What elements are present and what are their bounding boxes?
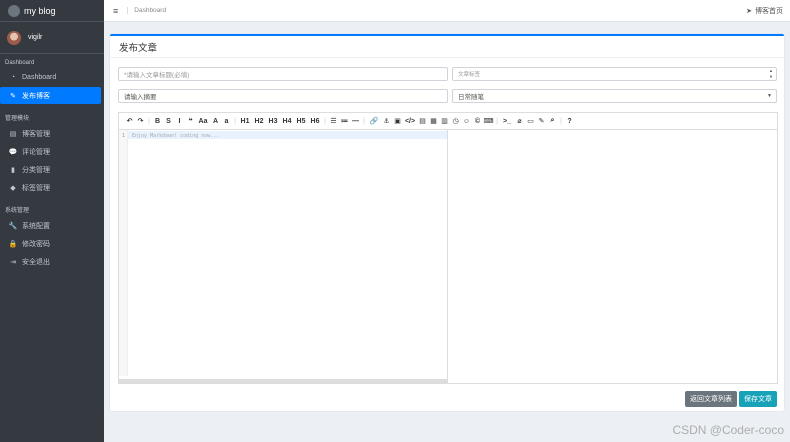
toolbar-button[interactable]: ↷: [135, 115, 146, 127]
toolbar-button[interactable]: H1: [238, 115, 252, 127]
toolbar-button[interactable]: ⚓: [381, 115, 392, 127]
sidebar-item-publish-blog[interactable]: ✎ 发布博客: [0, 87, 101, 104]
user-panel[interactable]: vigilr: [0, 22, 104, 54]
toolbar-button[interactable]: —: [350, 115, 361, 127]
lock-icon: 🔒: [8, 240, 18, 248]
sidebar: my blog vigilr Dashboard ◔ Dashboard ✎ 发…: [0, 0, 104, 442]
tag-icon: ◆: [10, 184, 16, 192]
toolbar-button[interactable]: ?: [564, 115, 575, 127]
menu-toggle-icon[interactable]: ≡: [113, 6, 118, 16]
toolbar-button[interactable]: ⌕: [547, 115, 558, 127]
sidebar-item-label: 标签管理: [22, 184, 50, 192]
toolbar-button[interactable]: ▤: [417, 115, 428, 127]
summary-input[interactable]: 请输入摘要: [118, 89, 448, 103]
toolbar-button[interactable]: 🔗: [367, 115, 381, 127]
editor-code-pane[interactable]: 1 Enjoy Markdown! coding now...: [119, 130, 448, 384]
dashboard-icon: ◔: [10, 74, 16, 81]
toolbar-button[interactable]: H2: [252, 115, 266, 127]
toolbar-button[interactable]: ✎: [536, 115, 547, 127]
toolbar-button[interactable]: H6: [308, 115, 322, 127]
toolbar-button[interactable]: ⌀: [514, 115, 525, 127]
sidebar-item-logout[interactable]: ⇥ 安全退出: [0, 253, 104, 270]
sidebar-item-change-password[interactable]: 🔒 修改密码: [0, 235, 104, 252]
tag-spinner-icon[interactable]: ▲ ▼: [769, 68, 773, 80]
breadcrumb[interactable]: Dashboard: [127, 7, 166, 14]
toolbar-button[interactable]: H4: [280, 115, 294, 127]
chevron-down-icon: ▼: [767, 93, 772, 99]
toolbar-button[interactable]: S: [163, 115, 174, 127]
sidebar-item-dashboard[interactable]: ◔ Dashboard: [0, 69, 104, 86]
sidebar-item-label: 安全退出: [22, 258, 50, 266]
category-select[interactable]: 日常随笔 ▼: [452, 89, 777, 103]
edit-icon: ✎: [10, 92, 16, 100]
toolbar-button[interactable]: ☺: [461, 115, 472, 127]
toolbar-button[interactable]: ▥: [439, 115, 450, 127]
toolbar-button[interactable]: H3: [266, 115, 280, 127]
sidebar-item-system-config[interactable]: 🔧 系统配置: [0, 217, 104, 234]
line-gutter: [119, 130, 128, 376]
line-number: 1: [122, 133, 126, 139]
section-heading-dashboard: Dashboard: [5, 60, 35, 66]
sidebar-item-label: 博客管理: [22, 130, 50, 138]
section-heading-manage: 管理模块: [5, 116, 30, 122]
save-article-button[interactable]: 保存文章: [739, 391, 777, 407]
toolbar-button[interactable]: ▣: [392, 115, 403, 127]
bookmark-icon: ▮: [11, 166, 15, 174]
title-input[interactable]: *请输入文章标题(必填): [118, 67, 448, 81]
toolbar-button[interactable]: ☰: [328, 115, 339, 127]
toolbar-button[interactable]: </>: [403, 115, 417, 127]
logout-icon: ⇥: [10, 258, 16, 266]
wrench-icon: 🔧: [8, 222, 18, 230]
publish-article-card: 发布文章 *请输入文章标题(必填) 文章标签 ▲ ▼ 请输入摘要 日常随笔 ▼ ↶…: [110, 34, 784, 411]
section-heading-system: 系统管理: [5, 208, 30, 214]
toolbar-button[interactable]: a: [221, 115, 232, 127]
brand-title: my blog: [24, 5, 56, 16]
category-value: 日常随笔: [458, 94, 484, 101]
avatar: [7, 30, 21, 45]
user-name: vigilr: [28, 34, 43, 41]
toolbar-button[interactable]: ▦: [428, 115, 439, 127]
toolbar-button[interactable]: ©: [472, 115, 483, 127]
sidebar-item-label: Dashboard: [22, 74, 57, 81]
markdown-editor: ↶ ↷ | B S I ❝ Aa Aa | H1 H2 H3 H4 H5 H6 | ☰ ≔ — | 🔗 ⚓ ▣ </> ▤ ▦ ▥ ◷ ☺…: [118, 112, 778, 384]
toolbar-button[interactable]: ▭: [525, 115, 536, 127]
sidebar-item-label: 评论管理: [22, 148, 50, 156]
send-icon: ➤: [746, 7, 752, 15]
horizontal-scrollbar[interactable]: [119, 379, 447, 384]
toolbar-button[interactable]: H5: [294, 115, 308, 127]
sidebar-item-category-manage[interactable]: ▮ 分类管理: [0, 161, 104, 178]
sidebar-item-label: 系统配置: [22, 222, 50, 230]
toolbar-button[interactable]: Aa: [196, 115, 210, 127]
sidebar-item-label: 分类管理: [22, 166, 50, 174]
comment-icon: 💬: [8, 148, 18, 156]
toolbar-button[interactable]: ❝: [185, 115, 196, 127]
toolbar-button[interactable]: ◷: [450, 115, 461, 127]
toolbar-button[interactable]: B: [152, 115, 163, 127]
page-title: 发布文章: [110, 36, 784, 58]
editor-toolbar: ↶ ↷ | B S I ❝ Aa Aa | H1 H2 H3 H4 H5 H6 | ☰ ≔ — | 🔗 ⚓ ▣ </> ▤ ▦ ▥ ◷ ☺…: [119, 113, 777, 130]
tag-input-placeholder: 文章标签: [458, 72, 481, 78]
blog-home-label: 博客首页: [755, 7, 783, 15]
brand[interactable]: my blog: [0, 0, 104, 22]
preview-pane: [449, 130, 777, 384]
tag-input[interactable]: 文章标签 ▲ ▼: [452, 67, 777, 81]
brand-logo: [8, 4, 20, 17]
sidebar-item-blog-manage[interactable]: ▤ 博客管理: [0, 125, 104, 142]
toolbar-button[interactable]: >_: [500, 115, 514, 127]
toolbar-button[interactable]: I: [174, 115, 185, 127]
toolbar-button[interactable]: ⌨: [483, 115, 494, 127]
list-icon: ▤: [9, 130, 17, 138]
top-navbar: ≡ Dashboard ➤ 博客首页: [104, 0, 790, 22]
watermark: CSDN @Coder-coco: [672, 423, 784, 437]
toolbar-button[interactable]: ≔: [339, 115, 350, 127]
sidebar-item-comment-manage[interactable]: 💬 评论管理: [0, 143, 104, 160]
sidebar-item-label: 修改密码: [22, 240, 50, 248]
toolbar-button[interactable]: ↶: [124, 115, 135, 127]
sidebar-item-label: 发布博客: [22, 92, 50, 100]
blog-home-link[interactable]: ➤ 博客首页: [746, 6, 783, 16]
sidebar-item-tag-manage[interactable]: ◆ 标签管理: [0, 179, 104, 196]
back-to-list-button[interactable]: 返回文章列表: [685, 391, 737, 407]
toolbar-button[interactable]: A: [210, 115, 221, 127]
editor-placeholder: Enjoy Markdown! coding now...: [132, 133, 220, 139]
